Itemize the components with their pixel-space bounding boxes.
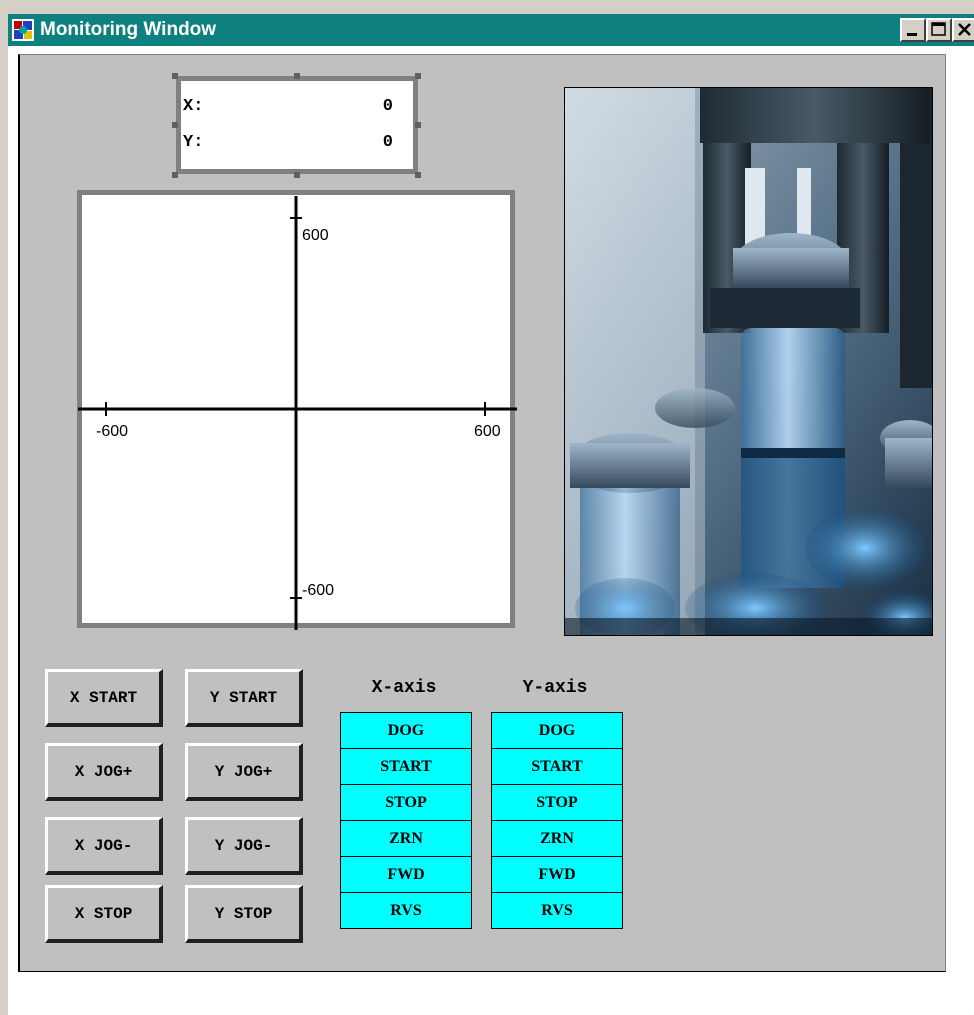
x-coordinate-label: X: xyxy=(183,97,204,116)
x-coordinate-value: 0 xyxy=(382,97,393,116)
y-axis-signal-list: DOG START STOP ZRN FWD RVS xyxy=(491,712,623,929)
resize-handle[interactable] xyxy=(415,122,421,128)
xy-position-plot xyxy=(77,190,515,628)
resize-handle[interactable] xyxy=(294,172,300,178)
y-axis-heading: Y-axis xyxy=(522,678,588,698)
close-button[interactable] xyxy=(952,18,974,42)
resize-handle[interactable] xyxy=(415,73,421,79)
x-fwd-indicator: FWD xyxy=(340,856,472,893)
y-stop-button[interactable]: Y STOP xyxy=(185,885,303,943)
x-stop-indicator: STOP xyxy=(340,784,472,821)
x-axis-heading: X-axis xyxy=(371,678,437,698)
maximize-button[interactable] xyxy=(926,18,952,42)
coordinate-readout: X: 0 Y: 0 xyxy=(176,76,418,174)
app-icon xyxy=(12,19,34,41)
y-coordinate-label: Y: xyxy=(183,133,204,152)
resize-handle[interactable] xyxy=(172,172,178,178)
minimize-icon xyxy=(907,33,917,36)
y-jog-plus-button[interactable]: Y JOG+ xyxy=(185,743,303,801)
x-jog-minus-button[interactable]: X JOG- xyxy=(45,817,163,875)
x-stop-button[interactable]: X STOP xyxy=(45,885,163,943)
x-dog-indicator: DOG xyxy=(340,712,472,749)
window-title: Monitoring Window xyxy=(40,19,217,40)
y-stop-indicator: STOP xyxy=(491,784,623,821)
y-fwd-indicator: FWD xyxy=(491,856,623,893)
y-start-button[interactable]: Y START xyxy=(185,669,303,727)
y-rvs-indicator: RVS xyxy=(491,892,623,929)
minimize-button[interactable] xyxy=(900,18,926,42)
title-bar[interactable]: Monitoring Window xyxy=(8,14,974,46)
vial-handling-photo xyxy=(564,87,933,636)
x-zrn-indicator: ZRN xyxy=(340,820,472,857)
x-rvs-indicator: RVS xyxy=(340,892,472,929)
x-jog-plus-button[interactable]: X JOG+ xyxy=(45,743,163,801)
maximize-icon xyxy=(931,22,946,36)
y-jog-minus-button[interactable]: Y JOG- xyxy=(185,817,303,875)
y-zrn-indicator: ZRN xyxy=(491,820,623,857)
resize-handle[interactable] xyxy=(294,73,300,79)
resize-handle[interactable] xyxy=(172,122,178,128)
resize-handle[interactable] xyxy=(415,172,421,178)
x-start-indicator: START xyxy=(340,748,472,785)
monitoring-window: Monitoring Window X: 0 Y: 0 600 -600 -60… xyxy=(0,0,974,1015)
resize-handle[interactable] xyxy=(172,73,178,79)
y-dog-indicator: DOG xyxy=(491,712,623,749)
x-start-button[interactable]: X START xyxy=(45,669,163,727)
close-icon xyxy=(958,23,971,36)
y-start-indicator: START xyxy=(491,748,623,785)
y-coordinate-value: 0 xyxy=(382,133,393,152)
x-axis-signal-list: DOG START STOP ZRN FWD RVS xyxy=(340,712,472,929)
